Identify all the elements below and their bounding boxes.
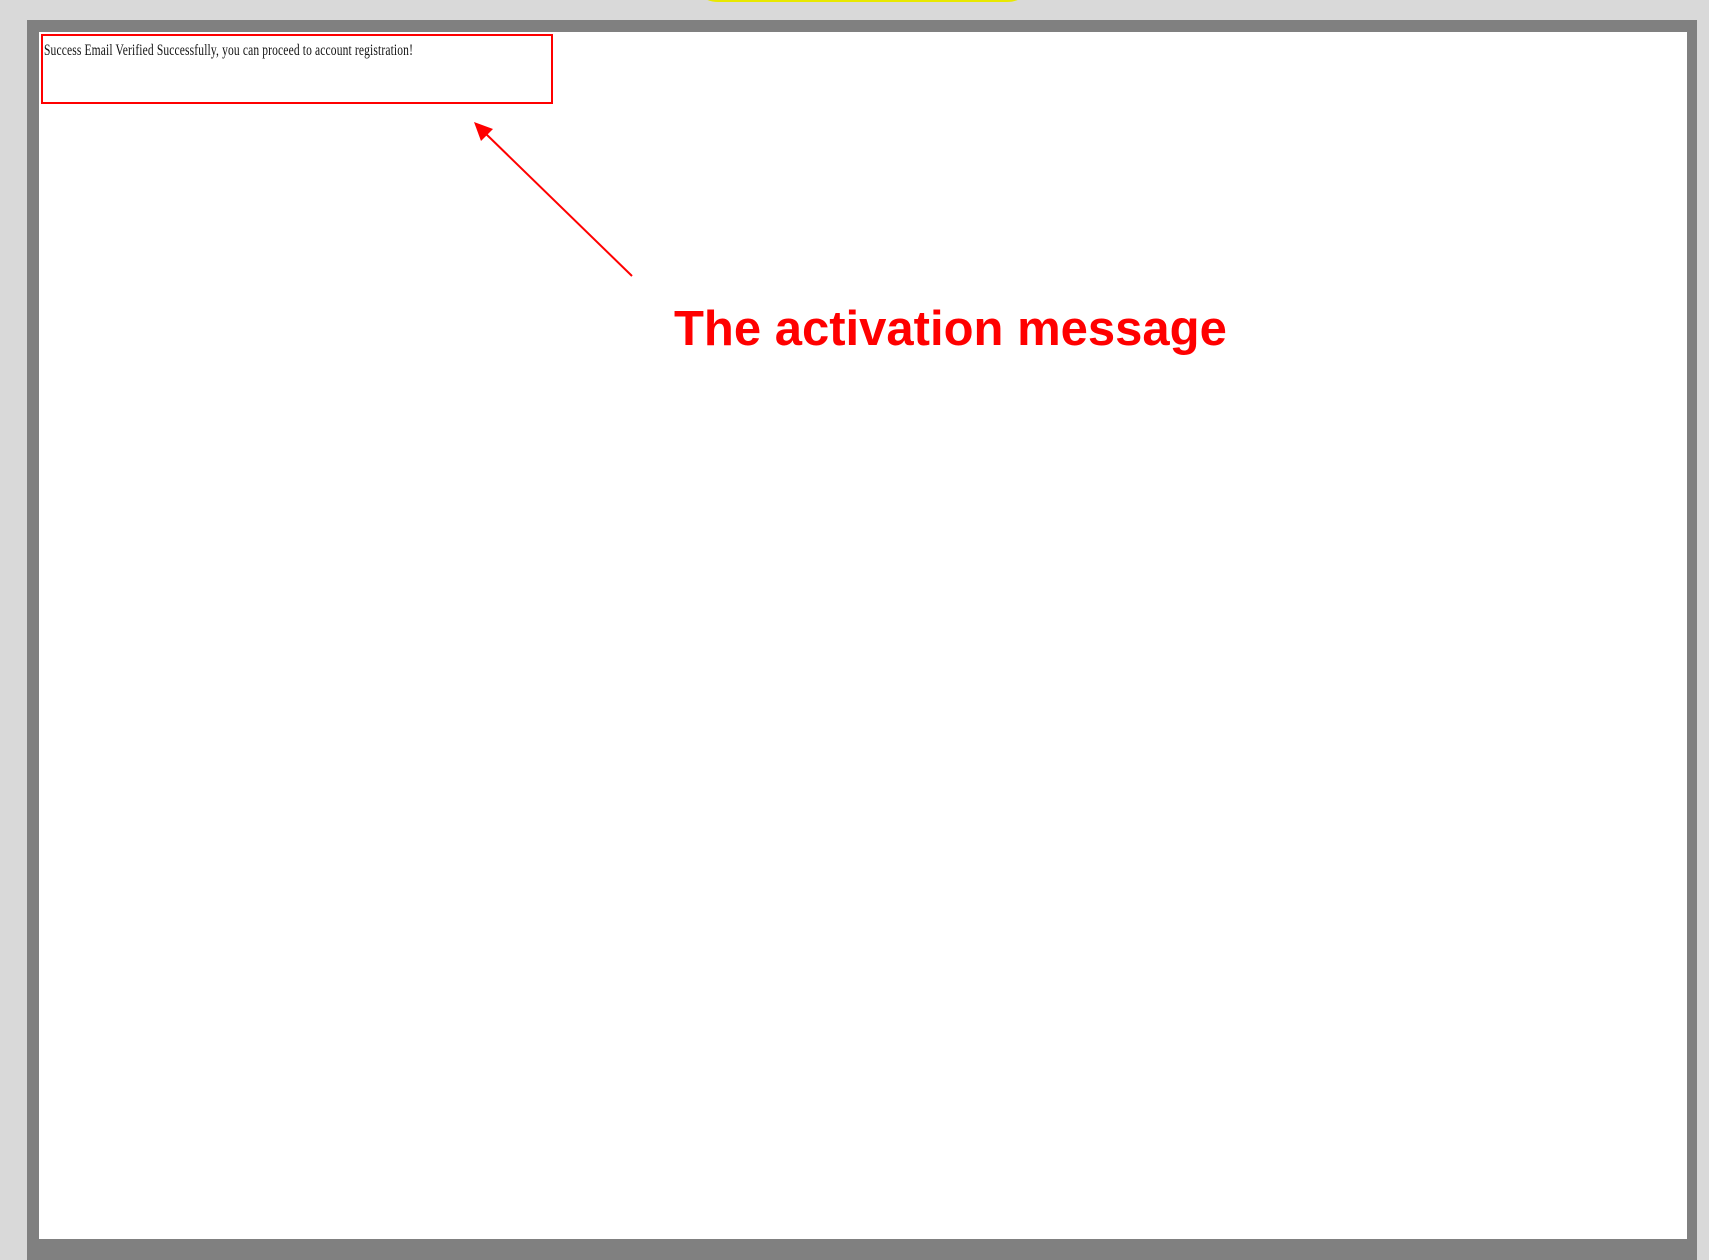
annotation-label: The activation message: [674, 302, 1227, 356]
browser-content-area: [39, 32, 1687, 1239]
annotation-highlight-box: [41, 34, 553, 104]
top-tab-decoration: [690, 0, 1035, 2]
